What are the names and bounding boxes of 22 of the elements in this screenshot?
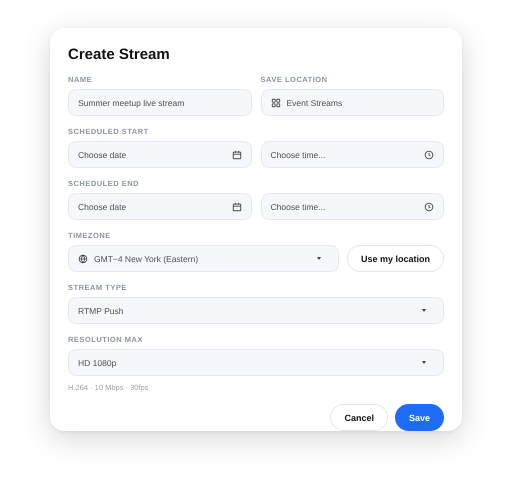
clock-icon bbox=[424, 150, 434, 160]
date-field[interactable]: Choose date bbox=[68, 193, 252, 220]
caret-icon bbox=[422, 361, 426, 364]
grid-icon bbox=[270, 98, 280, 108]
caret-icon bbox=[422, 309, 426, 312]
time-field[interactable]: Choose time... bbox=[260, 141, 444, 168]
location-field[interactable]: Event Streams bbox=[260, 89, 444, 116]
name-field[interactable]: Summer meetup live stream bbox=[68, 89, 252, 116]
calendar-icon bbox=[232, 150, 242, 160]
cancel-button[interactable]: Cancel bbox=[330, 404, 388, 431]
dropdown[interactable]: HD 1080p bbox=[68, 349, 444, 376]
dropdown[interactable]: RTMP Push bbox=[68, 297, 444, 324]
caret-icon bbox=[316, 257, 321, 260]
location-button[interactable]: Use my location bbox=[346, 245, 444, 272]
timezone-dropdown[interactable]: GMT−4 New York (Eastern) bbox=[68, 245, 339, 272]
save-button[interactable]: Save bbox=[394, 404, 444, 431]
time-field[interactable]: Choose time... bbox=[260, 193, 444, 220]
dialog-title: Create Stream bbox=[68, 46, 171, 63]
clock-icon bbox=[424, 202, 434, 212]
globe-icon bbox=[78, 254, 88, 264]
date-field[interactable]: Choose date bbox=[68, 141, 252, 168]
calendar-icon bbox=[232, 202, 242, 212]
